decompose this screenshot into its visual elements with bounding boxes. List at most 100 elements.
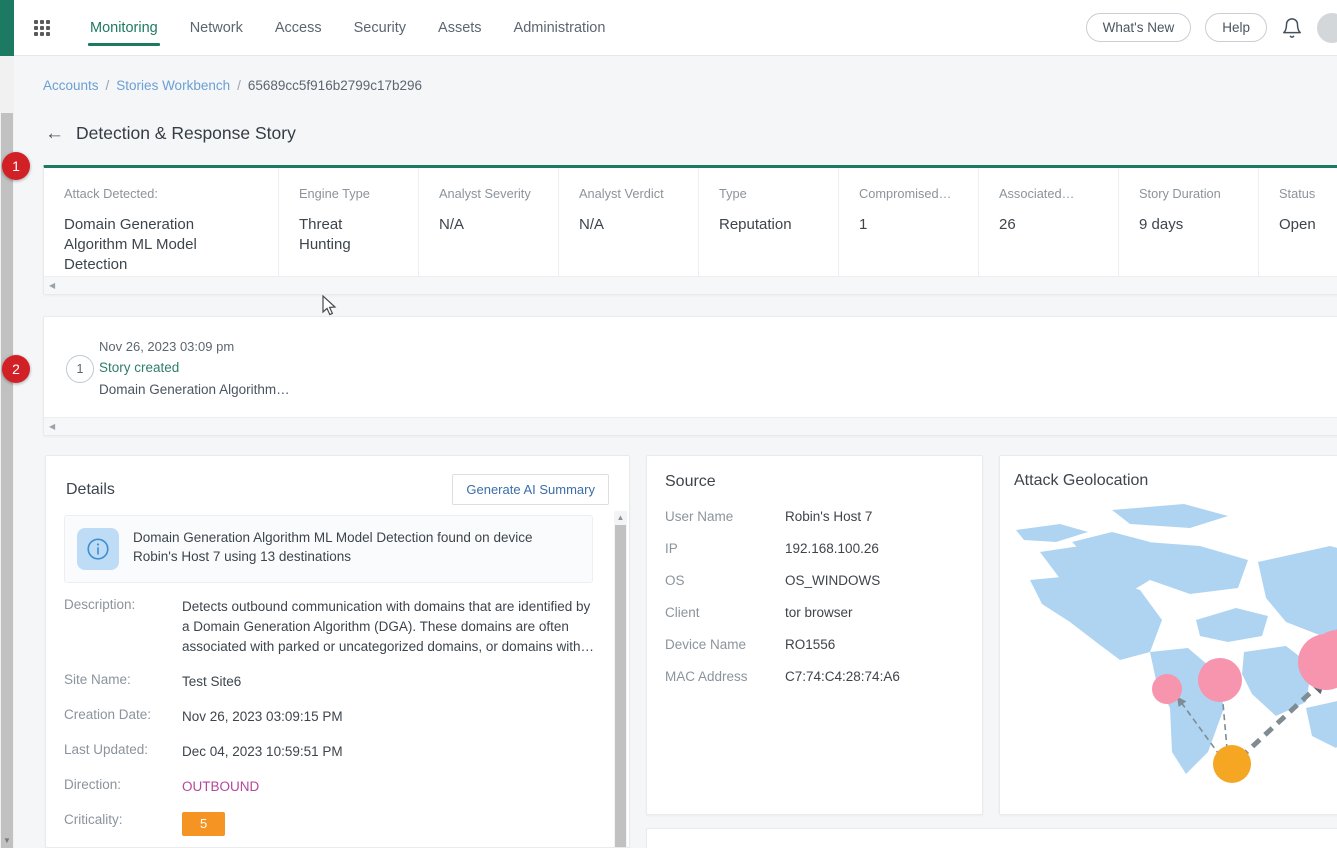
details-value-description: Detects outbound communication with doma… [182,597,602,657]
world-map-svg [1000,502,1337,802]
summary-scroll-track[interactable] [60,282,1337,290]
details-field-direction: Direction: OUTBOUND [64,777,609,797]
details-scroll-area: Domain Generation Algorithm ML Model Det… [46,515,629,836]
summary-cell-engine-type: Engine Type Threat Hunting [279,168,419,278]
map-landmasses [1016,504,1337,774]
story-summary-row: Attack Detected: Domain Generation Algor… [44,168,1337,278]
summary-cell-status: Status Open [1259,168,1337,278]
whats-new-button[interactable]: What's New [1086,13,1192,42]
summary-label-attack-detected: Attack Detected: [64,186,278,201]
nav-tab-monitoring[interactable]: Monitoring [74,0,174,56]
summary-value-story-duration: 9 days [1139,215,1258,235]
summary-scroll-left-arrow[interactable]: ◀ [44,281,60,290]
nav-tab-access-label: Access [275,20,322,36]
top-navigation-bar: Monitoring Network Access Security Asset… [14,0,1337,56]
criticality-badge: 5 [182,812,225,836]
details-field-last-updated: Last Updated: Dec 04, 2023 10:59:51 PM [64,742,609,762]
attack-geolocation-panel: Attack Geolocation [999,455,1337,815]
details-value-creation-date: Nov 26, 2023 03:09:15 PM [182,707,351,727]
summary-value-associated: 26 [999,215,1118,235]
details-vertical-scrollbar[interactable]: ▲ [614,511,627,847]
summary-horizontal-scrollbar[interactable]: ◀ [44,276,1337,294]
summary-label-analyst-verdict: Analyst Verdict [579,186,698,201]
generate-ai-summary-button[interactable]: Generate AI Summary [452,474,609,505]
details-key-last-updated: Last Updated: [64,742,182,762]
details-info-box: Domain Generation Algorithm ML Model Det… [64,515,593,583]
source-panel: Source User Name Robin's Host 7 IP 192.1… [646,455,983,815]
world-map[interactable] [1000,502,1337,804]
timeline-timestamp: Nov 26, 2023 03:09 pm [99,339,1337,354]
summary-value-engine-type: Threat Hunting [299,215,369,255]
details-key-site-name: Site Name: [64,672,182,692]
nav-tab-network[interactable]: Network [174,0,259,56]
back-arrow-icon[interactable]: ← [45,124,64,143]
user-avatar[interactable] [1317,13,1337,43]
apps-grid-icon[interactable] [24,20,60,36]
summary-value-analyst-severity: N/A [439,215,558,235]
page-scrollbar-down-arrow[interactable]: ▼ [2,836,12,846]
breadcrumb-current-story-id: 65689cc5f916b2799c17b296 [248,78,422,93]
details-key-creation-date: Creation Date: [64,707,182,727]
summary-label-associated: Associated… [999,186,1118,201]
details-value-criticality-wrap: 5 [182,812,233,836]
details-value-site-name: Test Site6 [182,672,249,692]
summary-value-type: Reputation [719,215,838,235]
notification-bell-icon[interactable] [1281,16,1303,40]
source-key-client: Client [665,605,785,620]
source-key-mac-address: MAC Address [665,669,785,684]
timeline-scroll-track[interactable] [60,423,1337,431]
breadcrumb-separator-2: / [237,78,241,93]
summary-cell-compromised: Compromised… 1 [839,168,979,278]
source-value-client: tor browser [785,605,853,620]
source-row-ip: IP 192.168.100.26 [665,541,982,556]
mouse-cursor [322,295,338,322]
annotation-badge-1: 1 [2,152,30,180]
nav-tab-assets[interactable]: Assets [422,0,498,56]
details-scrollbar-thumb[interactable] [615,525,626,847]
details-key-direction: Direction: [64,777,182,797]
source-row-mac-address: MAC Address C7:74:C4:28:74:A6 [665,669,982,684]
main-nav-tabs: Monitoring Network Access Security Asset… [74,0,621,56]
story-timeline-card: Nov 26, 2023 03:09 pm Story created Doma… [43,316,1337,436]
nav-tab-security[interactable]: Security [338,0,422,56]
page-title: Detection & Response Story [76,123,296,144]
annotation-badge-2: 2 [2,355,30,383]
nav-tab-administration[interactable]: Administration [498,0,622,56]
details-field-description: Description: Detects outbound communicat… [64,597,609,657]
timeline-event-link[interactable]: Story created [99,360,1337,375]
help-button[interactable]: Help [1205,13,1267,42]
details-info-text: Domain Generation Algorithm ML Model Det… [133,528,580,566]
summary-label-engine-type: Engine Type [299,186,418,201]
source-value-user-name: Robin's Host 7 [785,509,872,524]
page-scrollbar-thumb[interactable] [1,113,13,848]
summary-cell-analyst-severity: Analyst Severity N/A [419,168,559,278]
details-value-direction: OUTBOUND [182,777,267,797]
timeline-horizontal-scrollbar[interactable]: ◀ [44,417,1337,435]
source-row-device-name: Device Name RO1556 [665,637,982,652]
summary-label-type: Type [719,186,838,201]
nav-tab-security-label: Security [354,20,406,36]
source-value-device-name: RO1556 [785,637,835,652]
details-panel: Details Generate AI Summary Domain Gener… [45,455,630,848]
summary-cell-analyst-verdict: Analyst Verdict N/A [559,168,699,278]
details-field-creation-date: Creation Date: Nov 26, 2023 03:09:15 PM [64,707,609,727]
breadcrumb-stories-workbench[interactable]: Stories Workbench [116,78,230,93]
summary-cell-associated: Associated… 26 [979,168,1119,278]
source-row-os: OS OS_WINDOWS [665,573,982,588]
nav-tab-access[interactable]: Access [259,0,338,56]
nav-tab-assets-label: Assets [438,20,482,36]
source-row-user-name: User Name Robin's Host 7 [665,509,982,524]
details-scroll-up-arrow[interactable]: ▲ [614,511,627,524]
breadcrumb-accounts[interactable]: Accounts [43,78,99,93]
details-key-criticality: Criticality: [64,812,182,836]
timeline-scroll-left-arrow[interactable]: ◀ [44,422,60,431]
timeline-description: Domain Generation Algorithm… [99,382,1337,397]
source-title: Source [647,456,982,491]
summary-value-compromised: 1 [859,215,978,235]
story-summary-card: Attack Detected: Domain Generation Algor… [43,165,1337,295]
details-title: Details [66,481,115,499]
details-panel-header: Details Generate AI Summary [46,456,629,515]
summary-value-analyst-verdict: N/A [579,215,698,235]
breadcrumb: Accounts / Stories Workbench / 65689cc5f… [43,78,422,93]
summary-label-story-duration: Story Duration [1139,186,1258,201]
